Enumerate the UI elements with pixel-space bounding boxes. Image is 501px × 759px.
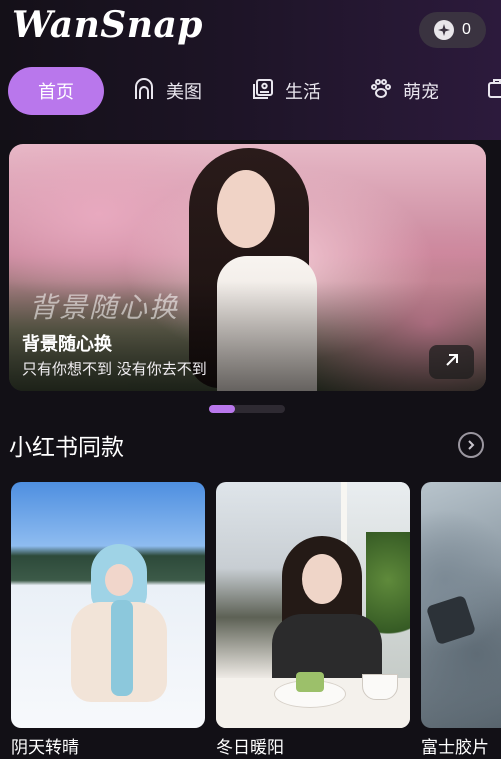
banner-script-text: 背景随心换 [29, 291, 180, 324]
style-card-cloudy-to-sunny[interactable] [11, 482, 205, 728]
tab-life-label: 生活 [285, 82, 321, 103]
card-photo-cake [296, 672, 324, 692]
tab-beauty-label: 美图 [166, 82, 202, 103]
section-title: 小红书同款 [9, 435, 124, 461]
tab-life[interactable]: 生活 [251, 67, 321, 115]
banner-carousel[interactable]: 背景随心换 背景随心换 只有你想不到 没有你去不到 [9, 144, 486, 391]
card-photo-scarf [111, 600, 133, 696]
banner-open-button[interactable] [429, 345, 474, 379]
paw-icon [369, 77, 393, 106]
tab-home[interactable]: 首页 [8, 67, 104, 115]
arrow-up-right-icon [444, 352, 460, 372]
tab-pets-label: 萌宠 [403, 82, 439, 103]
carousel-indicator-active [209, 405, 235, 413]
style-card-winter-sun[interactable] [216, 482, 410, 728]
coin-icon [434, 20, 455, 40]
more-tab-icon [486, 77, 501, 106]
card-photo-cup [362, 674, 398, 700]
tab-beauty[interactable]: 美图 [132, 67, 202, 115]
section-more-button[interactable] [458, 432, 484, 458]
category-tabs: 首页 美图 生活 萌宠 [0, 67, 501, 117]
card-label: 冬日暖阳 [216, 738, 284, 758]
banner-title: 背景随心换 [22, 334, 112, 355]
portrait-icon [132, 77, 156, 106]
tab-more-partial[interactable] [486, 67, 501, 115]
card-label: 阴天转晴 [11, 738, 79, 758]
banner-photo-face [217, 170, 275, 248]
app-logo: WanSnap [12, 4, 203, 46]
coin-count: 0 [462, 21, 471, 38]
tab-home-label: 首页 [38, 82, 74, 103]
card-photo-face [302, 554, 342, 604]
banner-subtitle: 只有你想不到 没有你去不到 [22, 360, 207, 378]
card-photo-bag [425, 594, 477, 646]
tab-pets[interactable]: 萌宠 [369, 67, 439, 115]
card-photo-face [105, 564, 133, 596]
photo-frame-icon [251, 77, 275, 106]
chevron-right-icon [465, 436, 477, 455]
carousel-indicator [209, 405, 285, 413]
card-label: 富士胶片 [421, 738, 489, 758]
coin-balance-button[interactable]: 0 [419, 12, 486, 48]
style-card-fuji-film[interactable] [421, 482, 501, 728]
